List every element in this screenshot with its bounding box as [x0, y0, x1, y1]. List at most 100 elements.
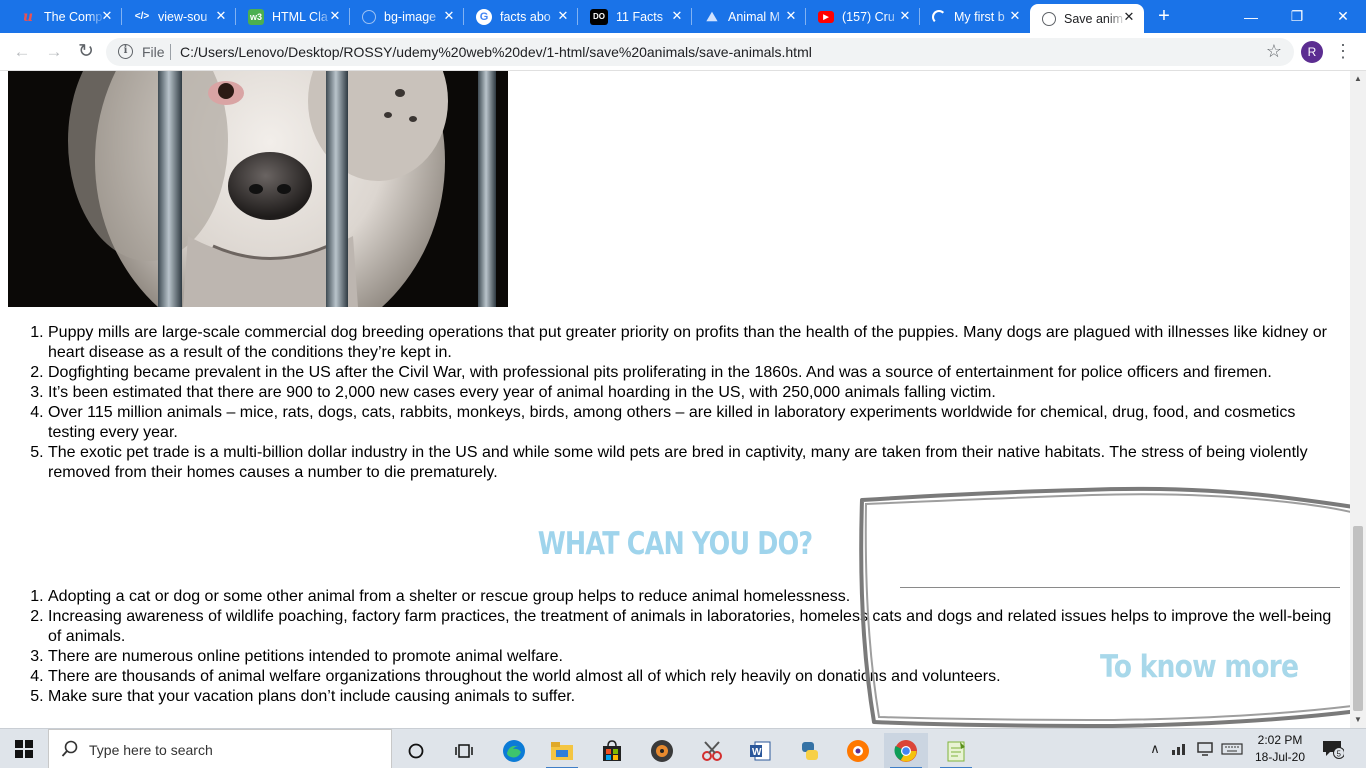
- clock-date: 18-Jul-20: [1254, 750, 1306, 764]
- tab-label: bg-image: [384, 9, 437, 24]
- scrollbar-thumb[interactable]: [1353, 526, 1363, 711]
- new-tab-button[interactable]: +: [1152, 6, 1176, 28]
- tab-facts-about[interactable]: G facts abo ✕: [464, 0, 578, 33]
- file-explorer-icon[interactable]: [540, 733, 584, 768]
- list-item: Over 115 million animals – mice, rats, d…: [48, 403, 1342, 443]
- windows-taskbar: Type here to search W ∧ 2:02 PM 18-Jul-2…: [0, 728, 1366, 768]
- browser-menu-icon[interactable]: ⋮: [1334, 39, 1352, 63]
- network-icon[interactable]: [1168, 729, 1190, 768]
- tab-view-source[interactable]: </> view-sou ✕: [122, 0, 236, 33]
- globe-icon: [1042, 11, 1056, 26]
- dog-behind-bars-image: [8, 71, 508, 307]
- tab-label: HTML Cla: [272, 9, 328, 24]
- tab-label: The Comp: [44, 9, 103, 24]
- page-viewport: Puppy mills are large-scale commercial d…: [0, 71, 1366, 728]
- system-clock[interactable]: 2:02 PM 18-Jul-20: [1252, 732, 1308, 766]
- tray-overflow-chevron-icon[interactable]: ∧: [1146, 729, 1164, 768]
- profile-avatar[interactable]: R: [1301, 41, 1323, 63]
- keyboard-icon[interactable]: [1219, 729, 1245, 768]
- python-icon[interactable]: [788, 733, 832, 768]
- tab-the-complete[interactable]: u The Comp ✕: [8, 0, 122, 33]
- google-icon: G: [476, 8, 492, 25]
- taskbar-search-box[interactable]: Type here to search: [48, 729, 392, 768]
- word-icon[interactable]: W: [738, 733, 782, 768]
- tab-close-icon[interactable]: ✕: [1122, 10, 1136, 24]
- animal-site-icon: ⛰: [706, 8, 718, 24]
- list-item: Make sure that your vacation plans don’t…: [48, 687, 1342, 707]
- tab-close-icon[interactable]: ✕: [442, 9, 456, 23]
- tab-bg-image[interactable]: bg-image ✕: [350, 0, 464, 33]
- svg-text:W: W: [752, 747, 762, 758]
- globe-icon: [362, 9, 376, 24]
- tab-label: Save anim: [1064, 11, 1124, 26]
- chrome-icon[interactable]: [884, 733, 928, 768]
- notification-count: 5: [1337, 750, 1342, 759]
- start-button[interactable]: [0, 729, 48, 768]
- snipping-tool-icon[interactable]: [690, 733, 734, 768]
- tab-close-icon[interactable]: ✕: [1008, 9, 1022, 23]
- tab-label: view-sou: [158, 9, 208, 24]
- tab-label: My first b: [954, 9, 1005, 24]
- section-heading: WHAT CAN YOU DO?: [537, 526, 813, 562]
- avast-icon[interactable]: [836, 733, 880, 768]
- info-icon[interactable]: i: [118, 44, 133, 59]
- vertical-scrollbar[interactable]: ▲ ▼: [1350, 71, 1366, 728]
- list-item: The exotic pet trade is a multi-billion …: [48, 443, 1342, 483]
- scroll-up-arrow-icon[interactable]: ▲: [1350, 71, 1366, 87]
- display-icon[interactable]: [1194, 729, 1216, 768]
- tab-close-icon[interactable]: ✕: [214, 9, 228, 23]
- close-window-button[interactable]: ✕: [1320, 0, 1366, 33]
- tab-label: Animal M: [728, 9, 781, 24]
- tab-my-first[interactable]: My first b ✕: [920, 0, 1030, 33]
- restore-button[interactable]: ❐: [1274, 0, 1320, 33]
- forward-button[interactable]: →: [42, 41, 66, 63]
- tab-html-classes[interactable]: w3 HTML Cla ✕: [236, 0, 350, 33]
- list-item: Adopting a cat or dog or some other anim…: [48, 587, 1342, 607]
- notepad-plus-icon[interactable]: [934, 733, 978, 768]
- tab-close-icon[interactable]: ✕: [100, 9, 114, 23]
- w3schools-icon: w3: [248, 8, 264, 25]
- youtube-icon: ▶: [818, 10, 834, 23]
- edge-icon[interactable]: [492, 733, 536, 768]
- list-item: It’s been estimated that there are 900 t…: [48, 383, 1342, 403]
- tab-close-icon[interactable]: ✕: [556, 9, 570, 23]
- cortana-circle-icon[interactable]: [394, 733, 438, 768]
- task-view-icon[interactable]: [442, 733, 486, 768]
- tab-animal[interactable]: ⛰ Animal M ✕: [692, 0, 806, 33]
- list-item: Puppy mills are large-scale commercial d…: [48, 323, 1342, 363]
- know-more-link[interactable]: To know more: [1100, 649, 1299, 685]
- list-item: Dogfighting became prevalent in the US a…: [48, 363, 1342, 383]
- divider-line: [900, 587, 1340, 588]
- tab-youtube[interactable]: ▶ (157) Cru ✕: [806, 0, 920, 33]
- dog-photo: [8, 71, 508, 307]
- what-can-you-do-list: Adopting a cat or dog or some other anim…: [8, 587, 1342, 707]
- tab-close-icon[interactable]: ✕: [670, 9, 684, 23]
- tab-close-icon[interactable]: ✕: [784, 9, 798, 23]
- reload-button[interactable]: ↻: [74, 41, 98, 63]
- search-icon: [61, 740, 78, 757]
- animal-cruelty-facts-list: Puppy mills are large-scale commercial d…: [8, 323, 1342, 483]
- list-item: Increasing awareness of wildlife poachin…: [48, 607, 1342, 647]
- windows-logo-icon: [15, 740, 33, 758]
- tab-label: facts abo: [500, 9, 551, 24]
- tab-save-animals[interactable]: Save anim ✕: [1030, 4, 1144, 33]
- action-center-icon[interactable]: 5: [1322, 739, 1346, 759]
- udemy-icon: u: [22, 8, 34, 25]
- clock-time: 2:02 PM: [1257, 733, 1303, 747]
- loading-spinner-icon: [932, 9, 946, 24]
- url-text[interactable]: C:/Users/Lenovo/Desktop/ROSSY/udemy%20we…: [180, 44, 812, 60]
- page-content: Puppy mills are large-scale commercial d…: [0, 71, 1365, 728]
- media-player-icon[interactable]: [640, 733, 684, 768]
- bookmark-star-icon[interactable]: ☆: [1266, 41, 1282, 62]
- tab-11-facts[interactable]: DO 11 Facts ✕: [578, 0, 692, 33]
- store-icon[interactable]: [590, 733, 634, 768]
- scroll-down-arrow-icon[interactable]: ▼: [1350, 712, 1366, 728]
- tab-label: 11 Facts: [616, 9, 664, 24]
- search-placeholder: Type here to search: [89, 742, 213, 758]
- minimize-button[interactable]: —: [1228, 0, 1274, 33]
- address-bar[interactable]: i File C:/Users/Lenovo/Desktop/ROSSY/ude…: [106, 38, 1294, 66]
- tab-close-icon[interactable]: ✕: [898, 9, 912, 23]
- code-icon: </>: [134, 11, 150, 22]
- tab-close-icon[interactable]: ✕: [328, 9, 342, 23]
- back-button[interactable]: ←: [10, 41, 34, 63]
